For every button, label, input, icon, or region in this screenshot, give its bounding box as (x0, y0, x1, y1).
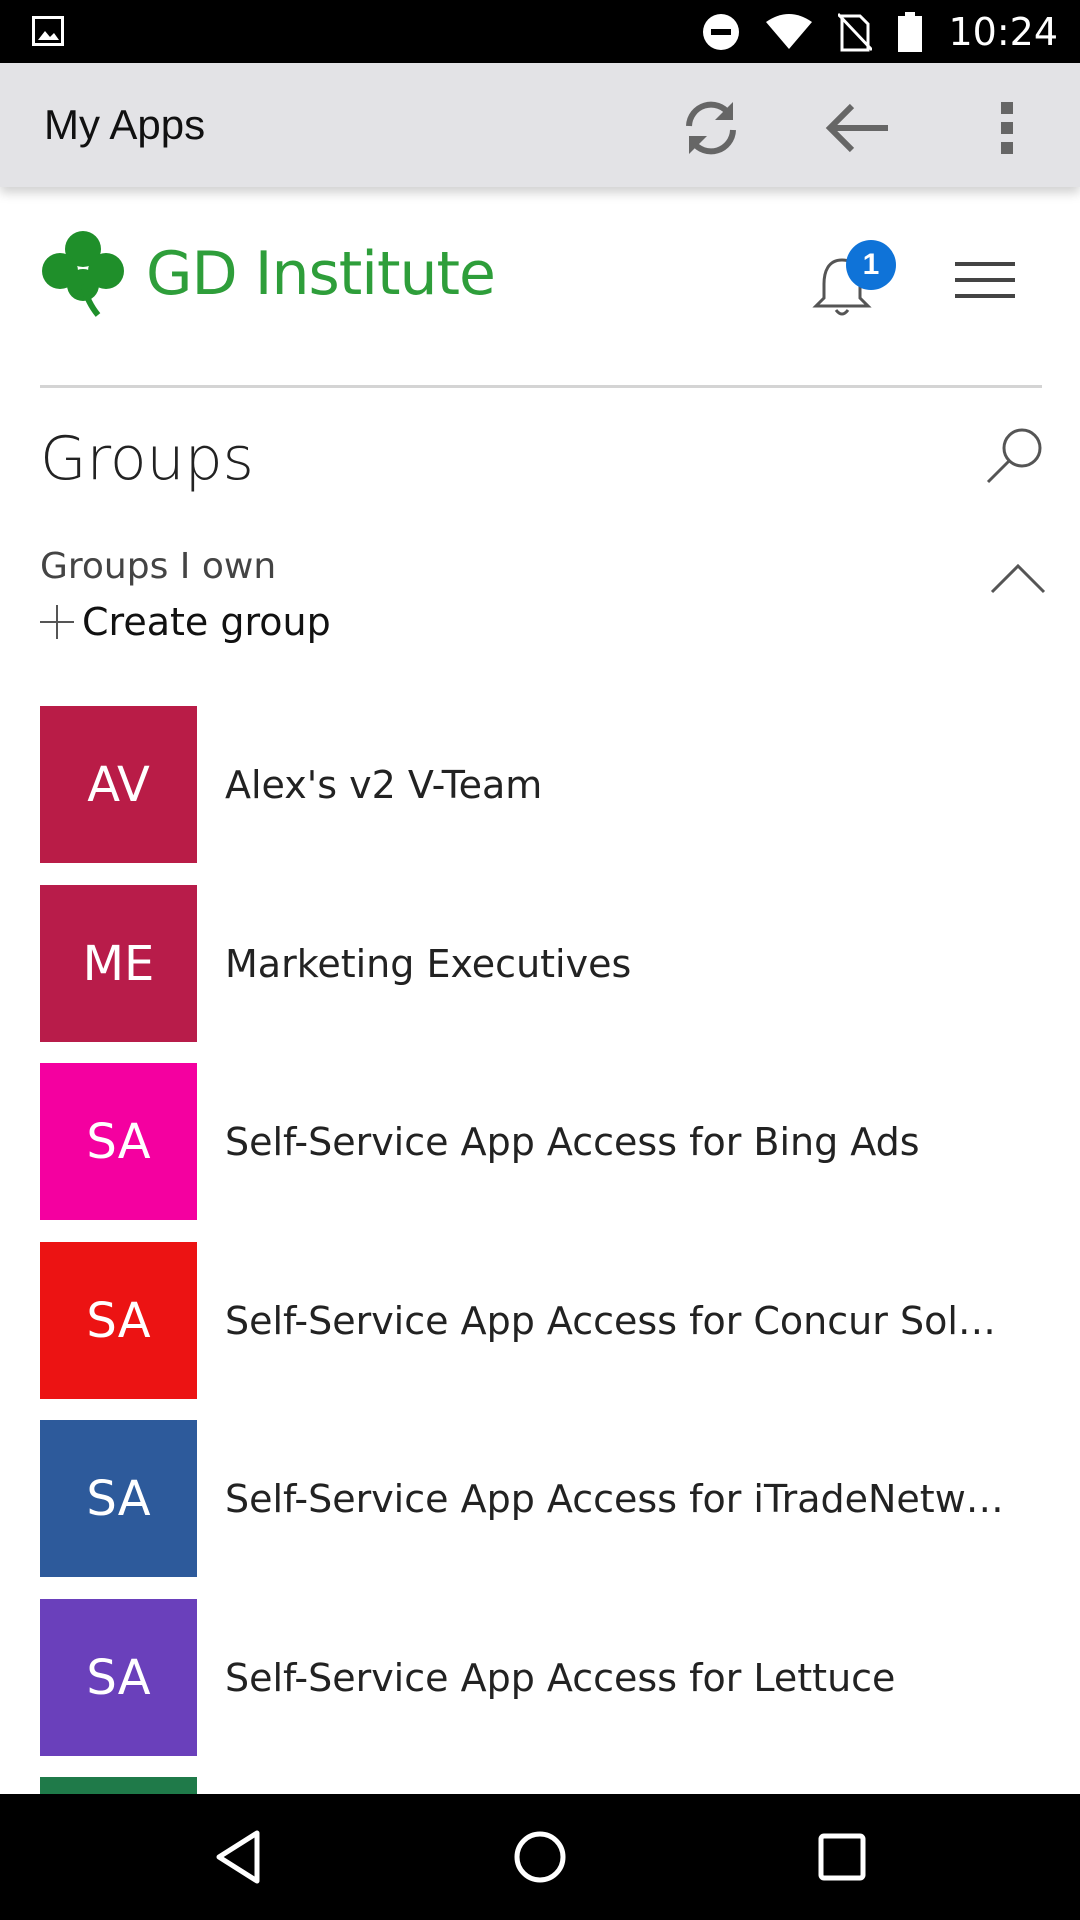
refresh-button[interactable] (676, 93, 746, 163)
battery-icon (898, 11, 923, 52)
search-button[interactable] (984, 424, 1046, 486)
group-avatar: SA (40, 1242, 197, 1399)
overflow-menu-button[interactable] (972, 93, 1042, 163)
collapse-section-button[interactable] (990, 560, 1046, 596)
create-group-label: Create group (82, 600, 331, 644)
group-avatar: AV (40, 706, 197, 863)
list-item[interactable]: SA Self-Service App Access for iTradeNet… (40, 1420, 1042, 1577)
do-not-disturb-icon (702, 13, 740, 51)
no-sim-icon (838, 12, 873, 52)
page-title: Groups (40, 424, 254, 494)
back-button[interactable] (822, 93, 892, 163)
notification-badge: 1 (846, 240, 896, 290)
status-icons: 10:24 (702, 0, 1058, 63)
groups-owned-label: Groups I own (40, 546, 277, 587)
group-avatar (40, 1777, 197, 1794)
group-avatar: SA (40, 1420, 197, 1577)
list-item[interactable]: SA Self-Service App Access for Lettuce (40, 1599, 1042, 1756)
group-avatar: SA (40, 1599, 197, 1756)
list-item[interactable]: SA Self-Service App Access for Bing Ads (40, 1063, 1042, 1220)
group-name: Self-Service App Access for Concur Solut… (225, 1298, 1015, 1343)
brand-name: GD Institute (146, 239, 496, 309)
triangle-back-icon (216, 1830, 260, 1884)
group-list: AV Alex's v2 V-Team ME Marketing Executi… (40, 706, 1042, 1794)
list-item[interactable]: SA Self-Service App Access for Concur So… (40, 1242, 1042, 1399)
group-avatar: ME (40, 885, 197, 1042)
group-avatar: SA (40, 1063, 197, 1220)
create-group-button[interactable]: Create group (40, 600, 331, 644)
hamburger-line (955, 262, 1015, 266)
square-recents-icon (818, 1833, 866, 1881)
hamburger-menu-button[interactable] (955, 258, 1017, 302)
group-name: Self-Service App Access for iTradeNetwor… (225, 1476, 1015, 1521)
plus-icon (40, 605, 74, 639)
hamburger-line (955, 278, 1015, 282)
shamrock-logo-icon (42, 231, 124, 317)
wifi-icon (766, 13, 813, 50)
group-name: Alex's v2 V-Team (225, 762, 543, 807)
system-recents-button[interactable] (809, 1824, 875, 1890)
refresh-icon (686, 101, 736, 155)
notifications-button[interactable]: 1 (812, 240, 902, 330)
system-home-button[interactable] (507, 1824, 573, 1890)
back-arrow-icon (825, 103, 888, 153)
hamburger-line (955, 294, 1015, 298)
more-vert-icon (1001, 102, 1013, 154)
system-navigation-bar (0, 1794, 1080, 1920)
chevron-up-icon (990, 563, 1046, 594)
list-item[interactable]: ME Marketing Executives (40, 885, 1042, 1042)
brand-logo: GD Institute (40, 226, 496, 322)
app-bar: My Apps (0, 63, 1080, 187)
system-back-button[interactable] (205, 1824, 271, 1890)
list-item[interactable] (40, 1777, 1042, 1794)
status-bar: 10:24 (0, 0, 1080, 63)
gallery-notification-icon (32, 16, 64, 46)
search-icon (986, 428, 1042, 484)
circle-home-icon (514, 1831, 566, 1883)
header-divider (40, 385, 1042, 388)
group-name: Self-Service App Access for Bing Ads (225, 1119, 920, 1164)
list-item[interactable]: AV Alex's v2 V-Team (40, 706, 1042, 863)
group-name: Self-Service App Access for Lettuce (225, 1655, 896, 1700)
app-title: My Apps (44, 101, 206, 148)
group-name: Marketing Executives (225, 941, 632, 986)
status-time: 10:24 (948, 9, 1058, 54)
